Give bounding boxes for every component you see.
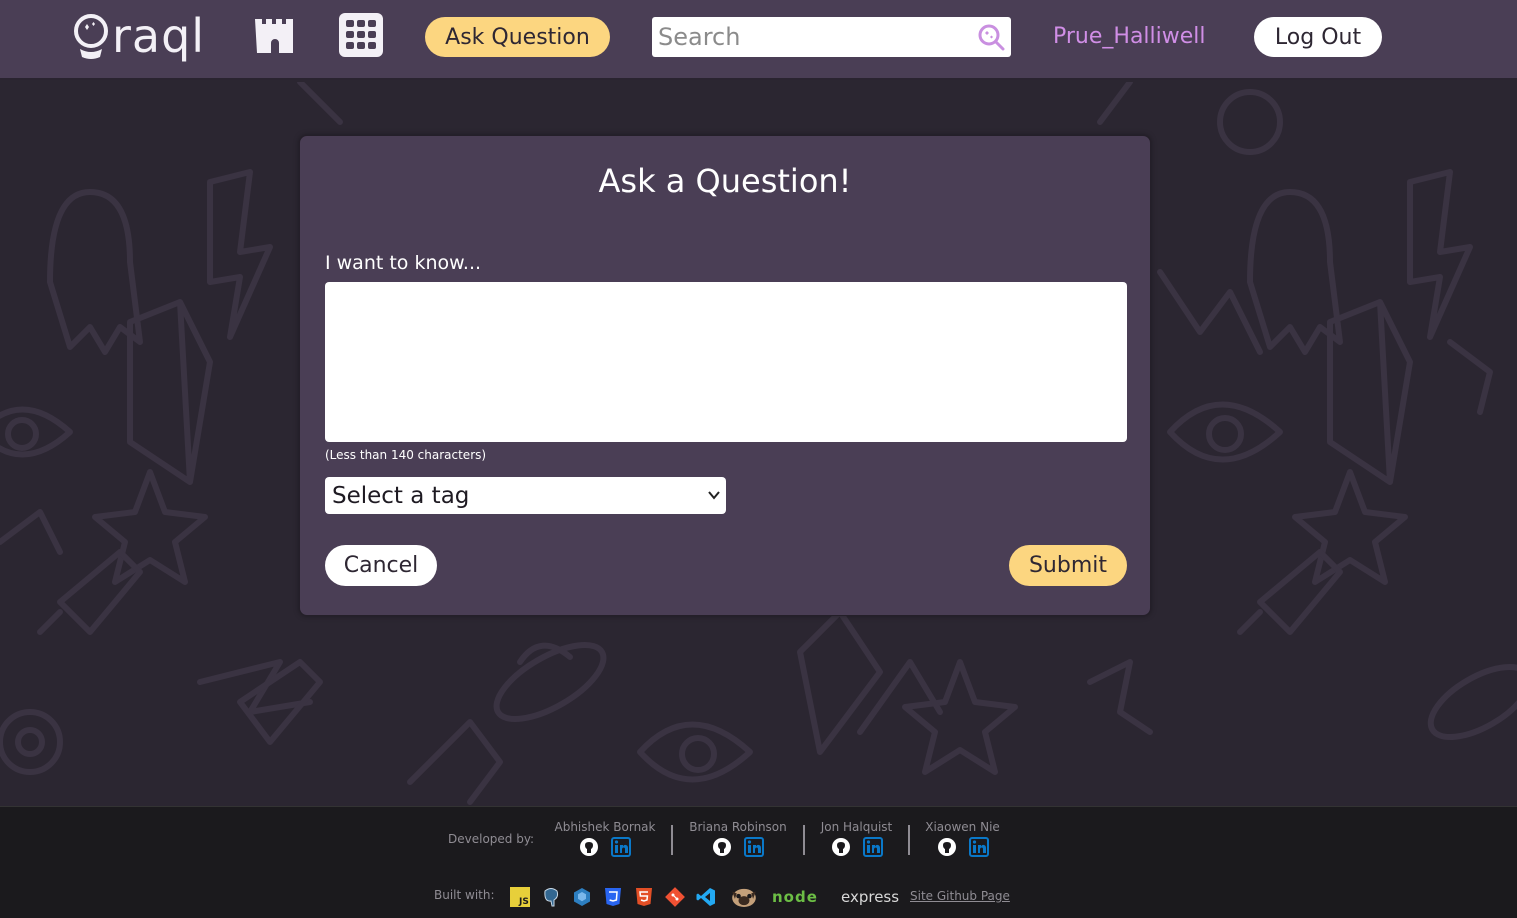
pug-icon [732,888,756,907]
cancel-button[interactable]: Cancel [325,545,437,586]
github-icon[interactable] [712,837,732,857]
footer: Developed by: Abhishek Bornak Briana Rob… [0,806,1517,918]
developed-by-label: Developed by: [448,832,535,846]
js-icon: JS [510,887,530,907]
developer-credit: Abhishek Bornak [550,820,660,857]
divider [803,825,805,855]
developer-credit: Jon Halquist [814,820,899,857]
tag-select-value: Select a tag [332,482,470,509]
search-bar [652,17,1011,57]
developer-name: Abhishek Bornak [554,820,656,834]
crystal-search-icon[interactable] [977,23,1005,51]
divider [671,825,673,855]
oraql-logo[interactable]: raql [72,8,205,64]
question-textarea[interactable] [325,282,1127,442]
svg-text:JS: JS [518,897,529,907]
css3-icon [605,888,621,906]
linkedin-icon[interactable] [862,837,883,857]
sequelize-icon [574,888,590,906]
express-icon: express [841,888,900,906]
postgresql-icon [544,888,559,907]
top-nav: raql Ask Question Prue_Halliwell Log Out [0,0,1517,80]
username-link[interactable]: Prue_Halliwell [1053,20,1206,54]
ask-question-form: Ask a Question! I want to know... (Less … [299,135,1151,616]
crystal-ball-icon [74,14,108,59]
chevron-down-icon [708,491,720,500]
linkedin-icon[interactable] [611,837,631,857]
question-label: I want to know... [325,252,482,274]
github-icon[interactable] [831,837,851,857]
form-title: Ask a Question! [598,162,852,200]
github-icon[interactable] [937,837,957,857]
character-limit-hint: (Less than 140 characters) [325,448,487,462]
logout-button[interactable]: Log Out [1254,17,1382,57]
castle-icon[interactable] [253,13,297,57]
built-with-label: Built with: [434,888,495,902]
nodejs-icon: node [772,888,818,906]
tag-select[interactable]: Select a tag [325,477,726,514]
ask-question-button[interactable]: Ask Question [425,17,610,57]
developer-name: Briana Robinson [689,820,787,834]
html5-icon [636,888,652,906]
submit-button[interactable]: Submit [1009,545,1127,586]
grid-menu-icon[interactable] [339,13,383,57]
git-icon [665,887,685,907]
github-icon[interactable] [579,837,599,857]
logo-text: raql [112,9,206,63]
divider [908,825,910,855]
developer-credit: Briana Robinson [684,820,792,857]
search-input[interactable] [652,17,972,57]
developer-name: Xiaowen Nie [925,820,1000,834]
site-github-link[interactable]: Site Github Page [910,889,1010,903]
linkedin-icon[interactable] [968,837,989,857]
linkedin-icon[interactable] [744,837,764,857]
vscode-icon [696,888,715,906]
developer-credit: Xiaowen Nie [920,820,1005,857]
developer-name: Jon Halquist [820,820,893,834]
